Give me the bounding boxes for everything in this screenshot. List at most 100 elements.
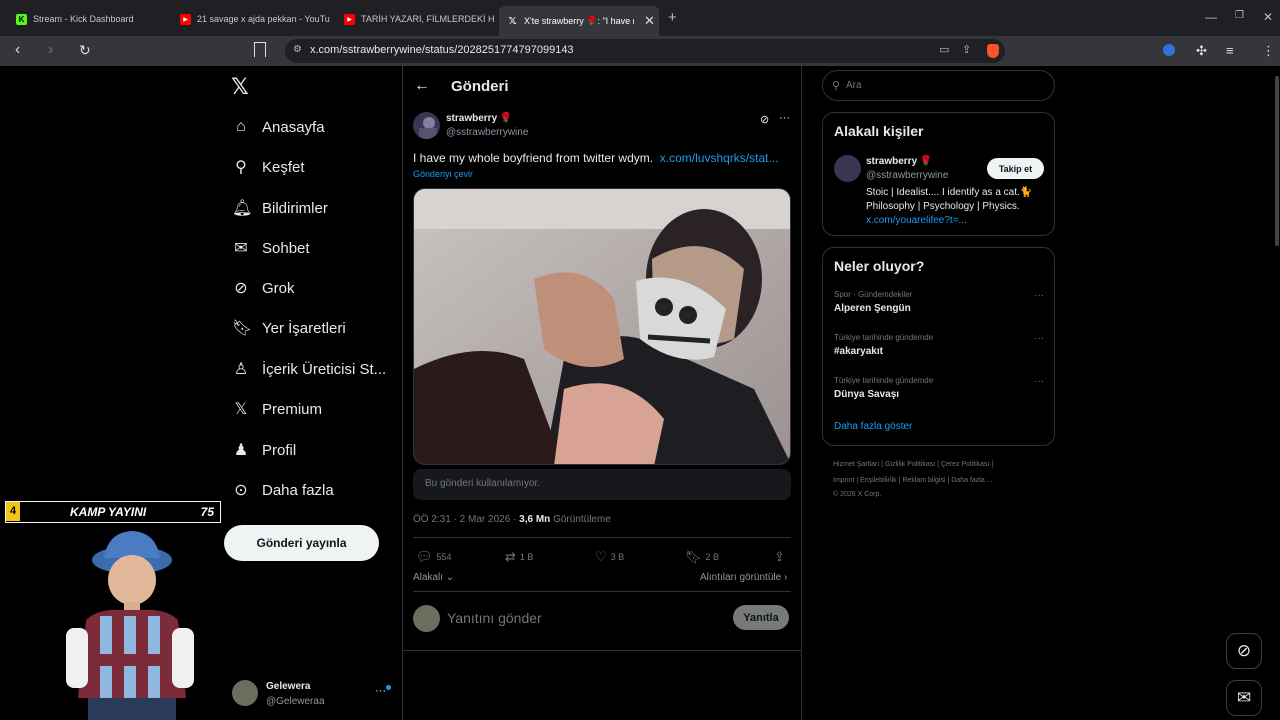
post-link[interactable]: x.com/luvshqrks/stat... [660, 151, 779, 165]
reply-action[interactable]: 💬︎ 554 [416, 549, 452, 565]
reload-icon[interactable]: ↻ [79, 42, 91, 59]
streamer-avatar-image [66, 531, 194, 720]
sidebar-item-premium[interactable]: 𝕏 Premium [232, 396, 322, 422]
divider [413, 591, 791, 592]
show-more-link[interactable]: Daha fazla göster [834, 421, 912, 432]
restore-icon[interactable]: ❐ [1235, 10, 1244, 21]
bio-link[interactable]: x.com/youarelifee?t=... [866, 215, 967, 226]
card-title: Neler oluyor? [834, 258, 925, 274]
author-handle[interactable]: @sstrawberrywine [446, 127, 528, 138]
trends-card: Neler oluyor? Spor · Gündemdekiler Alper… [822, 247, 1055, 446]
share-action[interactable]: ⇪ [774, 549, 789, 565]
translate-link[interactable]: Gönderiyi çevir [413, 169, 473, 179]
x-icon: 𝕏 [508, 15, 517, 27]
grok-floating-button[interactable]: ⊘ [1226, 633, 1262, 669]
post-button[interactable]: Gönderi yayınla [224, 525, 379, 561]
minimize-icon[interactable]: — [1205, 10, 1217, 24]
more-icon[interactable]: ··· [1034, 333, 1044, 344]
sidebar-item-profile[interactable]: ♟ Profil [232, 437, 296, 463]
new-tab-icon[interactable]: + [668, 9, 677, 26]
sidebar-item-messages[interactable]: ✉ Sohbet [232, 235, 309, 261]
sidebar-item-more[interactable]: ⊙ Daha fazla [232, 477, 333, 503]
footer-links[interactable]: Hizmet Şartları | Gizlilik Politikası | … [833, 461, 993, 468]
tab-kick[interactable]: K Stream - Kick Dashboard [16, 7, 166, 31]
avatar [413, 605, 440, 632]
youtube-icon: ▶ [344, 13, 355, 25]
home-icon: ⌂ [236, 118, 246, 135]
trend-item[interactable]: Türkiye tarihinde gündemde #akaryakıt ··… [834, 333, 1044, 357]
bookmark-icon: 🔖︎ [685, 549, 702, 564]
avatar[interactable] [834, 155, 861, 182]
site-settings-icon[interactable]: ⚙ [293, 44, 302, 55]
brave-shield-icon[interactable] [987, 44, 999, 58]
post-timestamp[interactable]: ÖÖ 2:31 · 2 Mar 2026 · [413, 514, 519, 525]
more-icon[interactable]: ··· [1034, 290, 1044, 301]
column-divider [402, 66, 403, 720]
view-quotes-link[interactable]: Alıntıları görüntüle › [700, 572, 787, 583]
bookmark-page-icon[interactable] [254, 42, 266, 57]
reply-button[interactable]: Yanıtla [733, 605, 789, 630]
card-title: Alakalı kişiler [834, 123, 924, 139]
post-image[interactable] [413, 188, 791, 465]
more-circle-icon: ⊙ [234, 482, 248, 499]
like-action[interactable]: ♡ 3 B [595, 549, 624, 565]
more-icon: ··· [375, 685, 386, 697]
sidebar-item-bookmarks[interactable]: 🔖︎ Yer İşaretleri [232, 315, 346, 341]
grok-icon[interactable]: ⊘ [760, 113, 769, 126]
post-text: I have my whole boyfriend from twitter w… [413, 151, 779, 165]
sidebar-item-explore[interactable]: ⚲ Keşfet [232, 154, 304, 180]
tab-youtube-1[interactable]: ▶ 21 savage x ajda pekkan - YouTube [180, 7, 330, 31]
playlist-icon[interactable]: ≡ [1226, 43, 1234, 58]
author-avatar[interactable] [413, 112, 440, 139]
sidebar-item-home[interactable]: ⌂ Anasayfa [232, 114, 324, 140]
puzzle-icon[interactable]: ✣ [1196, 43, 1207, 59]
column-divider [801, 66, 802, 720]
trend-item[interactable]: Türkiye tarihinde gündemde Dünya Savaşı … [834, 376, 1044, 400]
follow-button[interactable]: Takip et [987, 158, 1044, 179]
sort-replies-dropdown[interactable]: Alakalı ⌄ [413, 572, 454, 583]
more-icon[interactable]: ··· [1034, 376, 1044, 387]
view-count: 3,6 Mn [519, 514, 551, 525]
reply-input[interactable]: Yanıtını gönder [447, 610, 542, 626]
footer-links[interactable]: Imprint | Erişilebilirlik | Reklam bilgi… [833, 477, 993, 484]
repost-icon: ⇄ [505, 549, 516, 564]
profile-icon: ♟ [233, 442, 249, 459]
scrollbar[interactable] [1275, 76, 1279, 246]
close-window-icon[interactable]: ✕ [1263, 10, 1273, 24]
back-arrow-icon[interactable]: ← [414, 77, 430, 95]
extension-icon[interactable] [1163, 44, 1175, 56]
sidebar-item-creator-studio[interactable]: ♙ İçerik Üreticisi St... [232, 356, 386, 382]
search-input[interactable]: ⚲ Ara [822, 70, 1055, 101]
browser-tab-bar: K Stream - Kick Dashboard ▶ 21 savage x … [0, 0, 1280, 36]
author-name[interactable]: strawberry 🌹 [446, 113, 512, 124]
x-logo[interactable]: 𝕏 [231, 74, 249, 100]
forward-icon[interactable]: › [48, 41, 53, 59]
tab-youtube-2[interactable]: ▶ TARİH YAZARI, FİLMLERDEKİ HİTLER [344, 7, 494, 31]
grok-icon: ⊘ [234, 280, 248, 297]
divider [413, 537, 791, 538]
bookmark-action[interactable]: 🔖︎ 2 B [685, 549, 719, 565]
menu-icon[interactable]: ⋮ [1262, 43, 1275, 59]
share-icon[interactable]: ⇪ [962, 43, 971, 56]
relevant-people-card: Alakalı kişiler strawberry 🌹 @sstrawberr… [822, 112, 1055, 236]
bell-icon: 🔔︎ [232, 200, 253, 217]
person-name[interactable]: strawberry 🌹 [866, 156, 932, 167]
sidebar-item-notifications[interactable]: 🔔︎ Bildirimler [232, 195, 328, 221]
person-bio: Stoic | Idealist.... I identify as a cat… [866, 187, 1033, 226]
more-icon[interactable]: ··· [779, 112, 790, 124]
back-icon[interactable]: ‹ [15, 41, 20, 59]
search-icon: ⚲ [832, 80, 841, 92]
divider [403, 650, 801, 651]
address-bar[interactable]: ⚙ x.com/sstrawberrywine/status/202825177… [285, 39, 1005, 63]
heart-icon: ♡ [595, 549, 607, 564]
person-handle[interactable]: @sstrawberrywine [866, 170, 948, 181]
trend-item[interactable]: Spor · Gündemdekiler Alperen Şengün ··· [834, 290, 1044, 314]
tab-x-active[interactable]: 𝕏 X'te strawberry 🌹: "I have m ✕ [499, 6, 659, 36]
repost-action[interactable]: ⇄ 1 B [505, 549, 533, 565]
cast-icon[interactable]: ▭ [939, 43, 949, 56]
close-tab-icon[interactable]: ✕ [644, 13, 655, 29]
search-icon: ⚲ [235, 159, 247, 176]
messages-floating-button[interactable]: ✉ [1226, 680, 1262, 716]
account-switcher[interactable]: Gelewera @Geleweraa ··· [232, 679, 392, 709]
sidebar-item-grok[interactable]: ⊘ Grok [232, 275, 294, 301]
